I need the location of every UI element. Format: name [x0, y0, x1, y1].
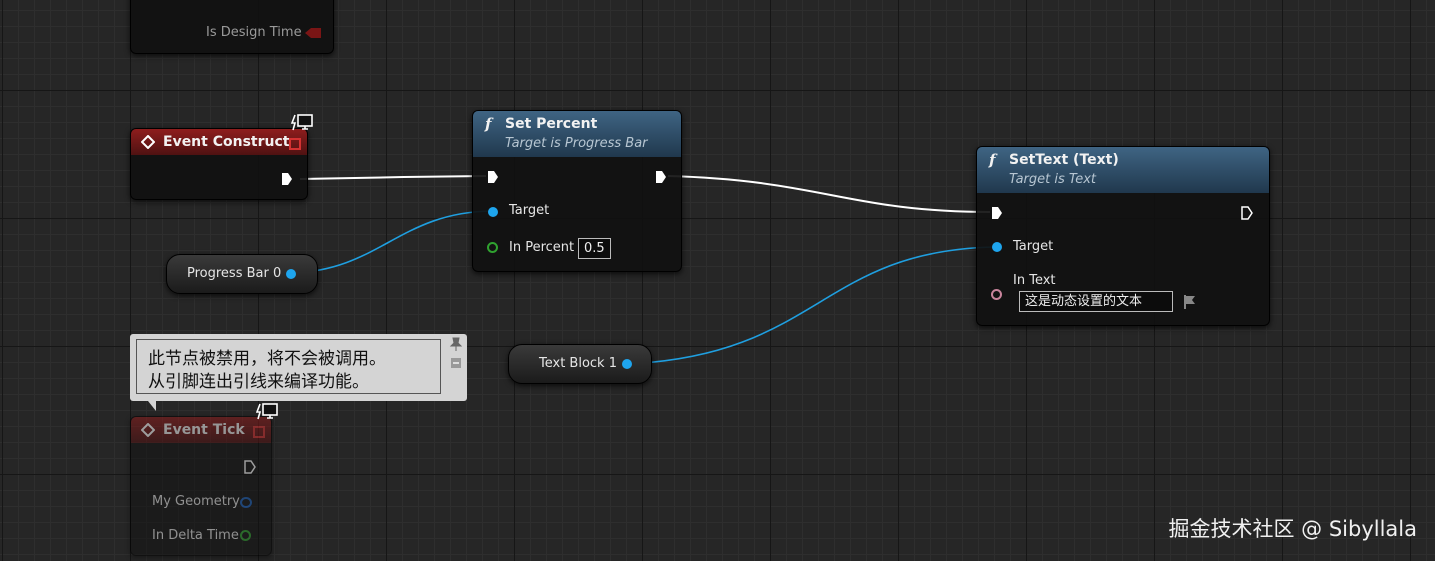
in-delta-time-pin-icon[interactable]	[240, 530, 251, 541]
exec-in-pin-icon[interactable]	[991, 206, 1003, 220]
target-pin-icon[interactable]	[992, 242, 1002, 252]
exec-in-pin-icon[interactable]	[487, 170, 499, 184]
object-wire-progressbar-to-target[interactable]	[291, 210, 493, 274]
in-text-pin-label: In Text	[1013, 273, 1056, 288]
target-pin-icon[interactable]	[488, 207, 498, 217]
comment-bubble-tail	[148, 401, 156, 411]
event-diamond-icon	[141, 423, 155, 437]
disabled-node-comment-bubble: 此节点被禁用，将不会被调用。 从引脚连出引线来编译功能。	[130, 334, 467, 401]
text-block-variable-label: Text Block 1	[539, 356, 617, 371]
exec-out-pin-icon[interactable]	[281, 172, 293, 186]
exec-out-pin-outline-icon[interactable]	[1241, 206, 1253, 220]
progress-bar-variable-node[interactable]: Progress Bar 0	[166, 254, 318, 294]
object-wire-textblock-to-target[interactable]	[627, 246, 997, 365]
exec-out-pin-icon[interactable]	[655, 170, 667, 184]
my-geometry-pin-icon[interactable]	[240, 497, 252, 508]
comment-line-1: 此节点被禁用，将不会被调用。	[148, 349, 386, 369]
set-percent-subtitle: Target is Progress Bar	[505, 136, 648, 151]
target-pin-label: Target	[1013, 239, 1054, 254]
set-percent-header: f Set Percent Target is Progress Bar	[473, 111, 681, 157]
set-text-subtitle: Target is Text	[1009, 172, 1097, 187]
client-only-icon	[256, 403, 278, 420]
my-geometry-pin-label: My Geometry	[152, 494, 240, 509]
target-pin-label: Target	[509, 203, 550, 218]
partial-node-top[interactable]: Is Design Time	[130, 0, 334, 54]
pin-comment-icon[interactable]	[449, 337, 463, 351]
comment-frame: 此节点被禁用，将不会被调用。 从引脚连出引线来编译功能。	[136, 339, 441, 394]
exec-wire-construct-to-setpercent[interactable]	[299, 175, 487, 180]
client-only-icon	[291, 114, 313, 131]
in-delta-time-pin-label: In Delta Time	[152, 528, 239, 543]
progress-bar-variable-label: Progress Bar 0	[187, 266, 282, 281]
event-tick-title: Event Tick	[163, 422, 245, 438]
event-diamond-icon	[141, 135, 155, 149]
function-icon: f	[485, 115, 492, 133]
event-construct-header: Event Construct	[131, 129, 307, 155]
exec-wire-setpercent-to-settext[interactable]	[667, 175, 991, 213]
event-construct-node[interactable]: Event Construct	[130, 128, 308, 200]
set-text-title: SetText (Text)	[1009, 152, 1119, 168]
text-block-variable-node[interactable]: Text Block 1	[508, 344, 652, 384]
set-percent-node[interactable]: f Set Percent Target is Progress Bar Tar…	[472, 110, 682, 272]
in-percent-pin-label: In Percent	[509, 240, 575, 255]
in-percent-value-input[interactable]: 0.5	[578, 238, 611, 259]
event-tick-header: Event Tick	[131, 417, 271, 443]
in-percent-pin-icon[interactable]	[487, 242, 498, 253]
comment-expand-icon[interactable]	[450, 357, 462, 369]
exec-out-pin-outline-icon[interactable]	[244, 460, 256, 474]
in-text-value-input[interactable]: 这是动态设置的文本	[1019, 291, 1173, 312]
bool-pin-icon[interactable]	[305, 28, 321, 38]
function-icon: f	[989, 151, 996, 169]
localization-flag-icon[interactable]	[1183, 294, 1197, 310]
delegate-pin-icon[interactable]	[289, 138, 301, 150]
event-tick-node[interactable]: Event Tick My Geometry In Delta Time	[130, 416, 272, 556]
text-block-output-pin-icon[interactable]	[622, 359, 632, 369]
delegate-pin-icon[interactable]	[253, 426, 265, 438]
progress-bar-output-pin-icon[interactable]	[286, 269, 296, 279]
event-construct-title: Event Construct	[163, 134, 290, 150]
set-percent-title: Set Percent	[505, 116, 598, 132]
watermark: 掘金技术社区 @ Sibyllala	[1168, 517, 1417, 541]
set-text-node[interactable]: f SetText (Text) Target is Text Target I…	[976, 146, 1270, 326]
in-text-pin-icon[interactable]	[991, 289, 1002, 300]
comment-line-2: 从引脚连出引线来编译功能。	[148, 372, 369, 392]
set-text-header: f SetText (Text) Target is Text	[977, 147, 1269, 193]
is-design-time-label: Is Design Time	[206, 25, 302, 40]
